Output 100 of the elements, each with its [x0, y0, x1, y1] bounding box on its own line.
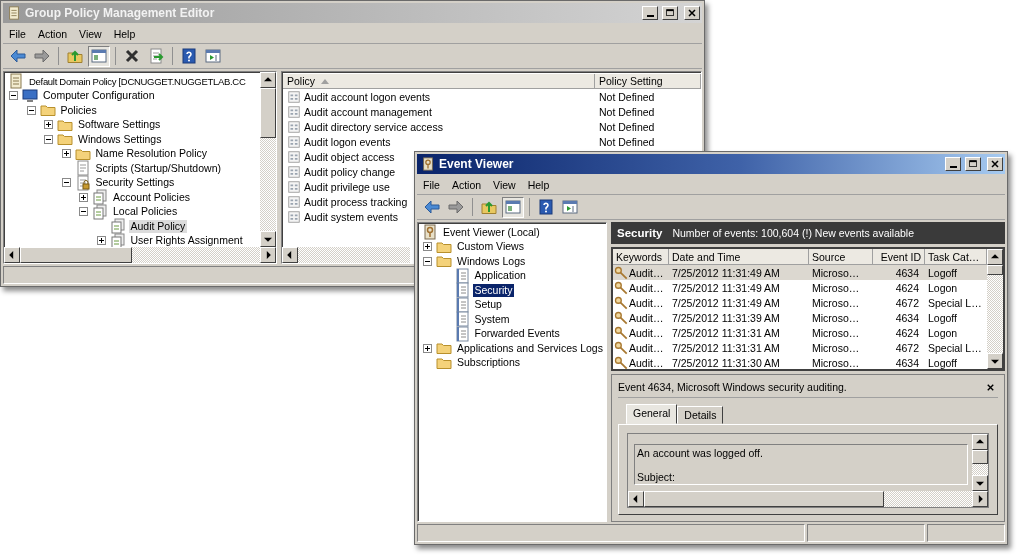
scrollbar-thumb[interactable] [20, 247, 132, 263]
tree-item[interactable]: Setup [472, 298, 504, 312]
event-row[interactable]: Audit… 7/25/2012 11:31:31 AM Microso… 4624 Logon [613, 325, 987, 340]
scroll-right-button[interactable] [972, 491, 988, 507]
tree-item[interactable]: Event Viewer (Local) [441, 225, 542, 239]
table-cell: 4672 [895, 296, 919, 309]
minimize-button[interactable] [945, 157, 961, 171]
policy-setting-icon [287, 209, 301, 224]
scroll-up-button[interactable] [260, 72, 276, 88]
tree-item[interactable]: Forwarded Events [472, 327, 562, 341]
scrollbar-thumb[interactable] [644, 491, 884, 507]
policy-setting-icon [287, 179, 301, 194]
table-cell: Microso… [812, 266, 860, 279]
column-header[interactable]: Keywords [613, 249, 669, 265]
show-pane-button[interactable] [502, 196, 524, 218]
expander-button[interactable] [9, 91, 18, 101]
expander-button[interactable] [79, 207, 88, 217]
event-row[interactable]: Audit… 7/25/2012 11:31:49 AM Microso… 4672 Special L… [613, 295, 987, 310]
menu-item[interactable]: Help [107, 27, 142, 41]
event-row[interactable]: Audit… 7/25/2012 11:31:49 AM Microso… 4624 Logon [613, 280, 987, 295]
close-icon [686, 7, 698, 19]
scroll-up-button[interactable] [987, 249, 1003, 265]
expander-button[interactable] [423, 343, 432, 353]
column-header[interactable]: Policy [283, 74, 595, 89]
tree-item[interactable]: Local Policies [111, 205, 180, 219]
scroll-down-button[interactable] [972, 475, 988, 491]
tree-item[interactable]: Software Settings [76, 118, 163, 132]
tree-item[interactable]: Security [472, 283, 515, 297]
menu-item[interactable]: View [487, 178, 522, 192]
expander-button[interactable] [96, 236, 106, 246]
scrollbar-thumb[interactable] [260, 88, 276, 138]
menu-item[interactable]: File [3, 27, 32, 41]
tree-item[interactable]: Application [472, 269, 528, 283]
tree-item[interactable]: Account Policies [111, 190, 193, 204]
expander-button[interactable] [44, 134, 53, 144]
maximize-button[interactable] [965, 157, 981, 171]
scroll-right-button[interactable] [260, 247, 276, 263]
export-icon [148, 48, 164, 64]
scrollbar-thumb[interactable] [987, 265, 1003, 275]
tree-item[interactable]: Name Resolution Policy [93, 147, 209, 161]
document-icon [74, 160, 91, 177]
expander-button[interactable] [44, 120, 53, 130]
column-header[interactable]: Source [809, 249, 873, 265]
key-icon [614, 280, 628, 295]
scrollbar[interactable] [260, 72, 276, 247]
tree-item[interactable]: Subscriptions [455, 356, 523, 370]
tree-item[interactable]: Applications and Services Logs [455, 341, 605, 355]
event-row[interactable]: Audit… 7/25/2012 11:31:39 AM Microso… 4634 Logoff [613, 310, 987, 325]
tree-item[interactable]: Windows Settings [76, 132, 164, 146]
column-header[interactable]: Task Cat… [925, 249, 987, 265]
column-header[interactable]: Event ID [873, 249, 925, 265]
table-cell: 7/25/2012 11:31:49 AM [672, 296, 780, 309]
tree-item[interactable]: Default Domain Policy [DCNUGGET.NUGGETLAB.CC [27, 74, 248, 88]
table-cell: Microso… [812, 311, 860, 324]
tree-item[interactable]: Policies [58, 103, 99, 117]
menu-item[interactable]: Action [445, 178, 488, 192]
event-row[interactable]: Audit… 7/25/2012 11:31:31 AM Microso… 4672 Special L… [613, 340, 987, 355]
scrollbar[interactable] [282, 247, 410, 263]
column-header[interactable]: Date and Time [669, 249, 809, 265]
show-pane-button[interactable] [88, 45, 110, 67]
scroll-icon [8, 73, 24, 90]
tree-item[interactable]: Scripts (Startup/Shutdown) [93, 161, 223, 175]
scrollbar[interactable] [628, 491, 988, 507]
policy-name: Audit logon events [304, 135, 391, 148]
tree-item[interactable]: Computer Configuration [41, 89, 157, 103]
action-pane-icon [562, 199, 578, 215]
expander-button[interactable] [26, 105, 36, 115]
scroll-down-button[interactable] [260, 231, 276, 247]
scroll-left-button[interactable] [282, 247, 298, 263]
menu-item[interactable]: Action [31, 27, 74, 41]
event-row[interactable]: Audit… 7/25/2012 11:31:30 AM Microso… 4634 Logoff [613, 355, 987, 369]
column-header[interactable]: Policy Setting [595, 74, 701, 89]
expander-button[interactable] [423, 242, 432, 252]
expander-button[interactable] [423, 256, 432, 266]
expander-button[interactable] [79, 192, 88, 202]
tab[interactable]: General [626, 404, 678, 424]
expander-button[interactable] [61, 149, 71, 159]
tree-item[interactable]: User Rights Assignment [128, 234, 245, 247]
tree-item[interactable]: System [472, 312, 512, 326]
policy-setting-icon [287, 89, 301, 104]
scroll-up-button[interactable] [972, 434, 988, 450]
tree-item[interactable]: Audit Policy [128, 219, 188, 233]
scrollbar[interactable] [972, 434, 988, 491]
scroll-left-button[interactable] [628, 491, 644, 507]
tree-item[interactable]: Windows Logs [455, 254, 528, 268]
split-pane-icon [505, 199, 521, 215]
event-row[interactable]: Audit… 7/25/2012 11:31:49 AM Microso… 4634 Logoff [613, 265, 987, 280]
tree-item[interactable]: Custom Views [455, 240, 526, 254]
scroll-down-button[interactable] [987, 353, 1003, 369]
scrollbar-thumb[interactable] [972, 450, 988, 464]
scroll-left-button[interactable] [4, 247, 20, 263]
menu-item[interactable]: View [73, 27, 108, 41]
close-button[interactable] [987, 157, 1003, 171]
expander-button[interactable] [61, 178, 71, 188]
menu-item[interactable]: File [417, 178, 446, 192]
tree-item[interactable]: Security Settings [93, 176, 177, 190]
tab[interactable]: Details [677, 406, 724, 424]
scrollbar[interactable] [987, 249, 1003, 369]
scrollbar[interactable] [4, 247, 276, 263]
menu-item[interactable]: Help [521, 178, 556, 192]
